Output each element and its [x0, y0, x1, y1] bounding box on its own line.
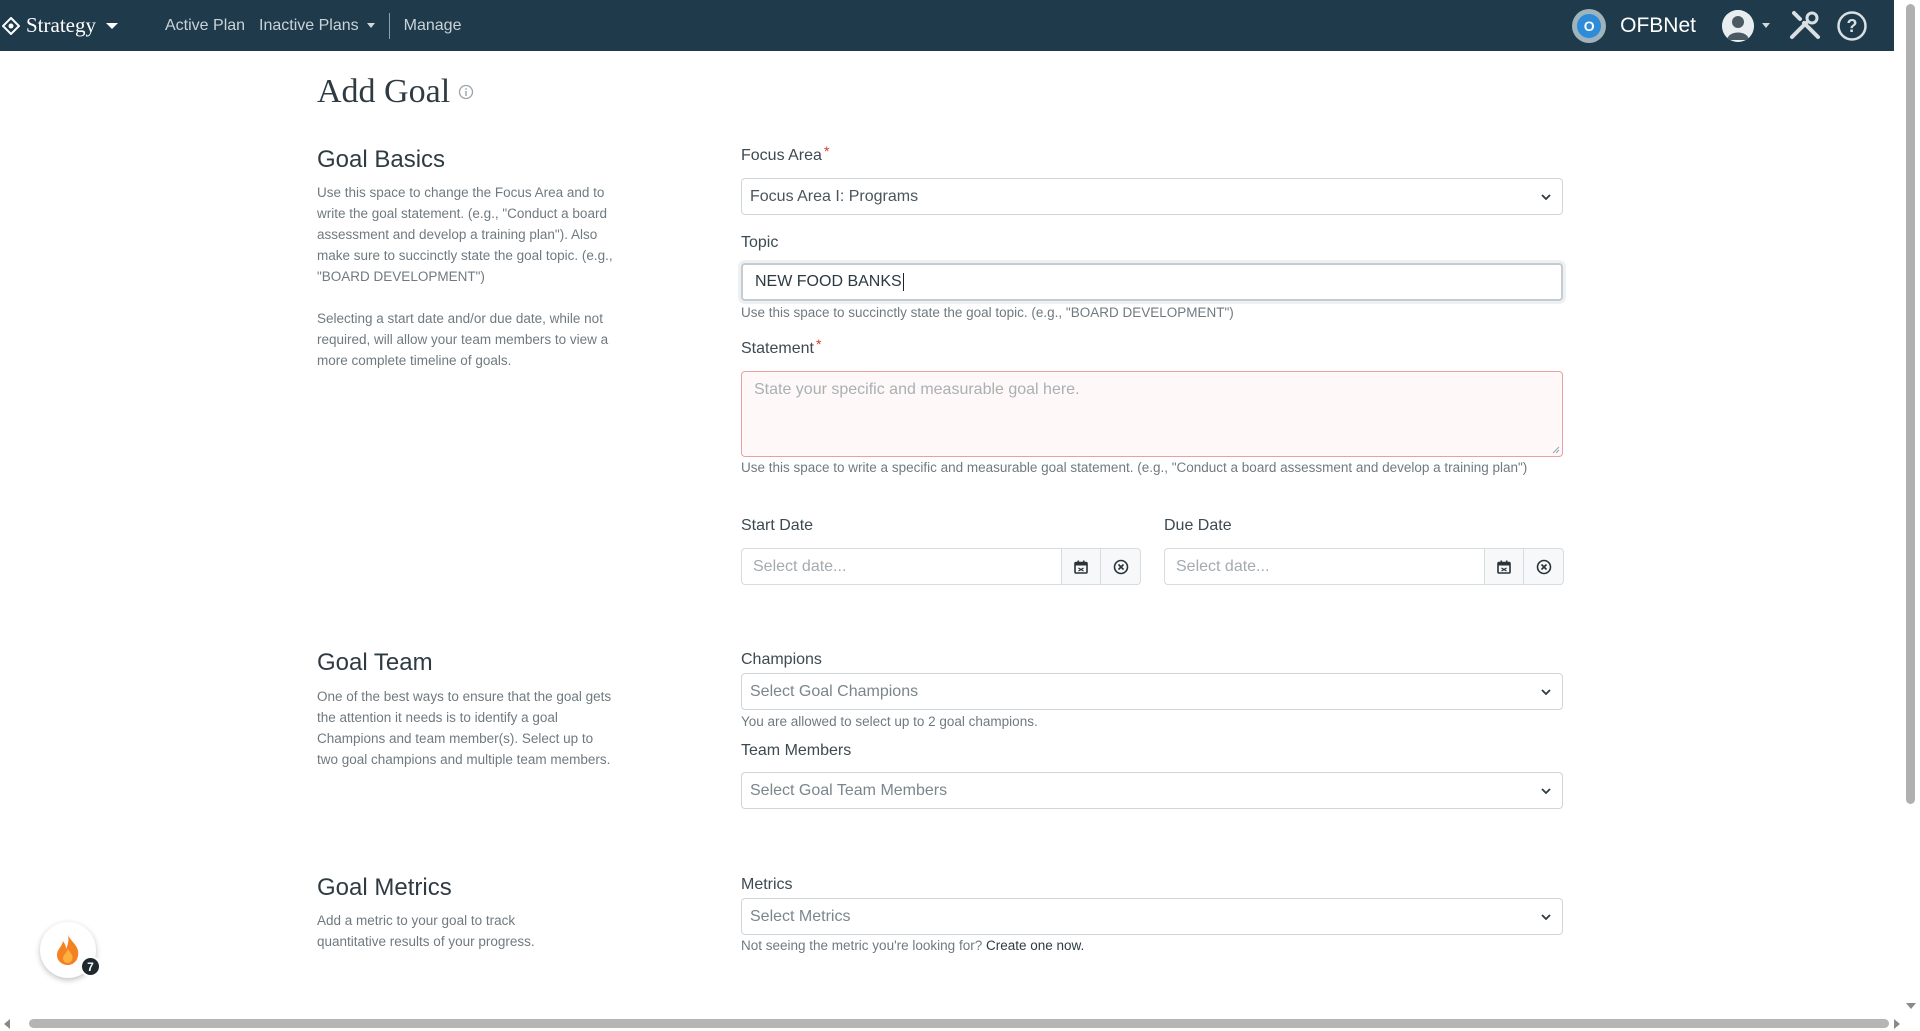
required-marker: * [823, 143, 830, 159]
chevron-down-icon [1541, 689, 1551, 696]
clear-circle-icon [1536, 559, 1551, 574]
strategy-diamond-icon [2, 16, 20, 35]
chevron-down-icon [105, 22, 118, 29]
info-icon[interactable] [458, 84, 474, 100]
resize-grip-icon[interactable] [1552, 446, 1560, 454]
nav-inactive-plans-label: Inactive Plans [259, 16, 359, 34]
user-avatar-icon[interactable] [1722, 9, 1754, 42]
topic-input-value: NEW FOOD BANKS [755, 273, 902, 290]
team-members-label: Team Members [741, 742, 852, 759]
metrics-help-prefix: Not seeing the metric you're looking for… [741, 938, 983, 953]
org-badge[interactable]: O [1572, 8, 1607, 43]
due-date-input[interactable]: Select date... [1164, 548, 1484, 585]
statement-placeholder: State your specific and measurable goal … [754, 381, 1080, 398]
top-navbar: Strategy Active Plan Inactive Plans Mana… [0, 0, 1894, 51]
topic-input[interactable]: NEW FOOD BANKS [741, 263, 1563, 301]
user-menu-chevron-icon[interactable] [1762, 23, 1770, 28]
clear-circle-icon [1113, 559, 1128, 574]
topic-label: Topic [741, 234, 779, 251]
calendar-icon [1497, 560, 1511, 574]
help-circle-icon[interactable]: ? [1836, 10, 1868, 42]
metrics-label: Metrics [741, 876, 793, 893]
focus-area-label-text: Focus Area [741, 147, 822, 164]
page-title: Add Goal [317, 73, 451, 110]
horizontal-scrollbar-thumb[interactable] [29, 1019, 1889, 1028]
calendar-icon [1074, 560, 1088, 574]
fire-icon [57, 935, 79, 965]
org-name[interactable]: OFBNet [1620, 14, 1696, 38]
nav-inactive-plans[interactable]: Inactive Plans [259, 17, 375, 35]
notification-count-badge: 7 [80, 956, 101, 977]
goal-basics-date-description: Selecting a start date and/or due date, … [317, 311, 609, 368]
nav-divider [388, 12, 390, 39]
page-title-row: Add Goal [317, 73, 474, 111]
metrics-placeholder: Select Metrics [750, 907, 851, 925]
chevron-down-icon [1541, 194, 1551, 201]
scroll-down-arrow-icon[interactable] [1906, 1003, 1916, 1009]
brand-menu[interactable]: Strategy [0, 13, 150, 38]
due-date-label: Due Date [1164, 517, 1232, 534]
topic-help-text: Use this space to succinctly state the g… [741, 305, 1234, 320]
navbar-right: O OFBNet ? [1572, 0, 1868, 51]
champions-help-text: You are allowed to select up to 2 goal c… [741, 714, 1038, 729]
champions-label: Champions [741, 651, 822, 668]
svg-text:?: ? [1847, 16, 1858, 36]
goal-metrics-description: Add a metric to your goal to track quant… [317, 913, 535, 949]
team-members-select[interactable]: Select Goal Team Members [741, 772, 1563, 809]
metrics-select[interactable]: Select Metrics [741, 898, 1563, 935]
start-date-calendar-button[interactable] [1061, 548, 1101, 585]
statement-label-text: Statement [741, 340, 814, 357]
goal-basics-description: Use this space to change the Focus Area … [317, 185, 613, 284]
scroll-right-arrow-icon[interactable] [1894, 1019, 1900, 1029]
required-marker: * [815, 336, 822, 352]
goal-team-description: One of the best ways to ensure that the … [317, 689, 612, 767]
focus-area-value: Focus Area I: Programs [750, 187, 919, 205]
due-date-calendar-button[interactable] [1484, 548, 1524, 585]
text-cursor [902, 273, 904, 291]
due-date-picker: Select date... [1164, 548, 1564, 585]
due-date-clear-button[interactable] [1524, 548, 1564, 585]
goal-team-title: Goal Team [317, 649, 433, 676]
chevron-down-icon [1541, 788, 1551, 795]
scroll-left-arrow-icon[interactable] [4, 1019, 10, 1029]
champions-select[interactable]: Select Goal Champions [741, 673, 1563, 710]
statement-label: Statement * [741, 336, 821, 358]
statement-textarea[interactable]: State your specific and measurable goal … [741, 371, 1563, 457]
focus-area-select[interactable]: Focus Area I: Programs [741, 178, 1563, 215]
chevron-down-icon [366, 23, 375, 28]
team-members-placeholder: Select Goal Team Members [750, 781, 948, 799]
statement-help-text: Use this space to write a specific and m… [741, 460, 1528, 475]
brand-label: Strategy [26, 13, 96, 37]
vertical-scrollbar-thumb[interactable] [1906, 4, 1915, 804]
start-date-input[interactable]: Select date... [741, 548, 1061, 585]
create-metric-link[interactable]: Create one now. [986, 938, 1084, 953]
goal-basics-title: Goal Basics [317, 146, 446, 173]
org-badge-letter: O [1577, 13, 1602, 38]
tools-icon[interactable] [1788, 9, 1822, 43]
goal-metrics-title: Goal Metrics [317, 874, 452, 901]
champions-placeholder: Select Goal Champions [750, 682, 919, 700]
start-date-label: Start Date [741, 517, 814, 534]
nav-active-plan[interactable]: Active Plan [165, 17, 245, 35]
focus-area-label: Focus Area * [741, 143, 829, 165]
nav-manage[interactable]: Manage [404, 17, 462, 35]
metrics-help-text: Not seeing the metric you're looking for… [741, 935, 1084, 956]
start-date-picker: Select date... [741, 548, 1141, 585]
start-date-clear-button[interactable] [1101, 548, 1141, 585]
chevron-down-icon [1541, 914, 1551, 921]
